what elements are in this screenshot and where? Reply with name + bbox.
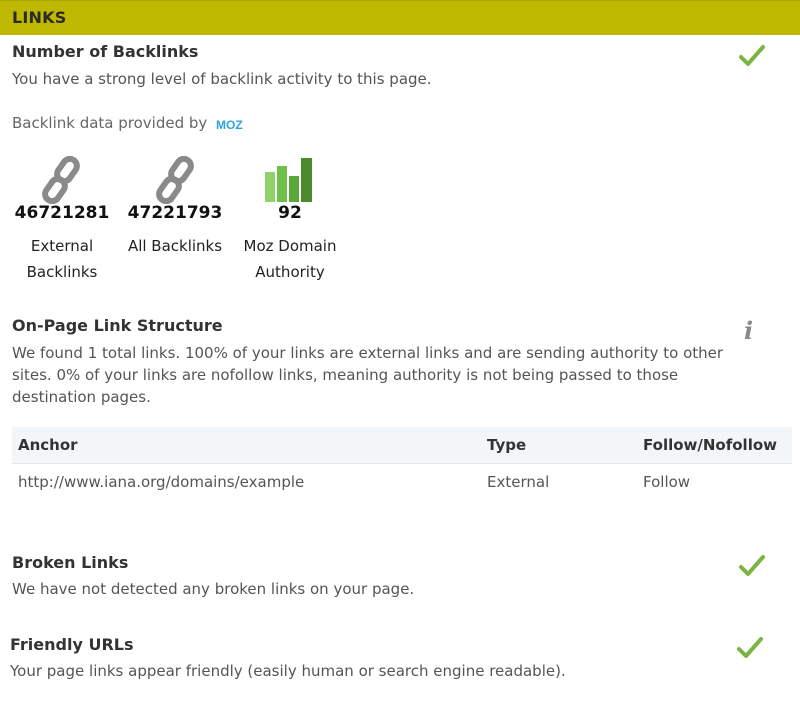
column-header-anchor: Anchor xyxy=(18,436,78,454)
column-header-follow: Follow/Nofollow xyxy=(643,436,778,454)
table-header: Anchor Type Follow/Nofollow xyxy=(12,427,792,463)
type-cell: External xyxy=(487,473,550,491)
backlink-provider: Backlink data provided by MOZ xyxy=(12,114,252,132)
backlinks-check-icon xyxy=(739,45,765,66)
external-backlinks-label: External Backlinks xyxy=(26,237,98,281)
moz-domain-authority-label: Moz Domain Authority xyxy=(243,237,337,281)
link-structure-description: We found 1 total links. 100% of your lin… xyxy=(12,344,724,406)
follow-cell: Follow xyxy=(643,473,691,491)
backlinks-title: Number of Backlinks xyxy=(12,42,199,61)
friendly-urls-description: Your page links appear friendly (easily … xyxy=(10,662,566,680)
chain-link-icon xyxy=(156,156,194,204)
broken-links-title: Broken Links xyxy=(12,553,129,572)
moz-logo-icon: MOZ xyxy=(216,118,243,131)
broken-links-description: We have not detected any broken links on… xyxy=(12,580,415,598)
friendly-urls-check-icon xyxy=(737,637,763,658)
moz-domain-authority-value: 92 xyxy=(278,203,302,223)
broken-links-check-icon xyxy=(739,555,765,576)
links-panel: LINKS Number of Backlinks You have a str… xyxy=(0,0,800,705)
info-icon[interactable]: i xyxy=(744,316,753,345)
section-header: LINKS xyxy=(0,0,800,35)
backlink-provider-text: Backlink data provided by xyxy=(12,114,208,132)
all-backlinks-value: 47221793 xyxy=(127,203,223,223)
link-structure-title: On-Page Link Structure xyxy=(12,316,223,335)
chain-link-icon xyxy=(42,156,80,204)
backlinks-description: You have a strong level of backlink acti… xyxy=(12,70,432,88)
column-header-type: Type xyxy=(487,436,527,454)
section-header-title: LINKS xyxy=(12,8,67,27)
table-row: http://www.iana.org/domains/example Exte… xyxy=(12,463,792,500)
svg-text:MOZ: MOZ xyxy=(216,118,243,131)
links-table: Anchor Type Follow/Nofollow http://www.i… xyxy=(12,427,792,500)
anchor-cell[interactable]: http://www.iana.org/domains/example xyxy=(18,473,304,491)
external-backlinks-value: 46721281 xyxy=(14,203,110,223)
friendly-urls-title: Friendly URLs xyxy=(10,635,134,654)
all-backlinks-label: All Backlinks xyxy=(127,237,223,255)
bar-chart-icon xyxy=(265,158,312,202)
